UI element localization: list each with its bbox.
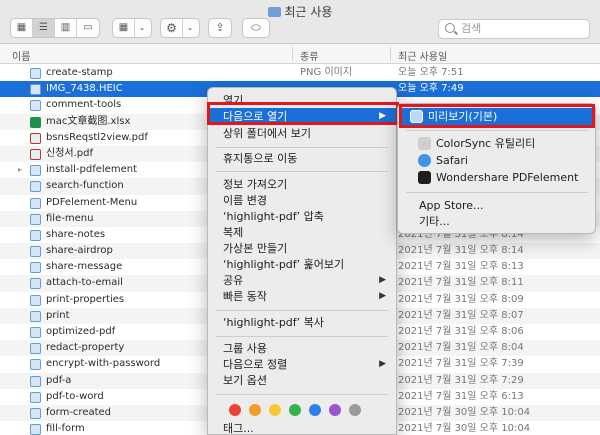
context-menu: 열기 다음으로 열기 ▶ 상위 폴더에서 보기 휴지통으로 이동 정보 가져오기 … — [207, 87, 397, 435]
menu-separator — [406, 130, 588, 131]
tag-yellow-dot[interactable] — [269, 404, 281, 416]
image-icon — [30, 278, 41, 290]
image-icon — [30, 327, 41, 338]
submenu-arrow-icon: ▶ — [379, 291, 386, 301]
icon-view-icon[interactable]: ▦ — [11, 19, 33, 37]
window-toolbar: 최근 사용 ▦ ☰ ▥ ▭ ▦ ⌄ ⚙ ⌄ ⇪ ⬭ 검색 — [0, 0, 600, 44]
menu-item-show-in-enclosing-folder[interactable]: 상위 폴더에서 보기 — [208, 125, 396, 142]
column-name-header[interactable]: 이름 — [12, 48, 30, 63]
image-icon — [30, 375, 41, 387]
image-icon — [30, 424, 41, 435]
menu-item-duplicate[interactable]: 복제 — [208, 224, 396, 241]
group-by-button[interactable]: ▦ ⌄ — [112, 18, 152, 38]
menu-item-make-alias[interactable]: 가상본 만들기 — [208, 240, 396, 257]
image-icon — [30, 213, 41, 225]
chevron-down-icon: ⌄ — [138, 23, 146, 32]
gallery-view-icon[interactable]: ▭ — [77, 19, 99, 37]
menu-separator — [216, 336, 388, 337]
colorsync-app-icon — [418, 137, 431, 150]
spreadsheet-icon — [30, 116, 41, 128]
submenu-arrow-icon: ▶ — [379, 275, 386, 285]
search-field[interactable]: 검색 — [438, 19, 590, 39]
menu-item-quick-look[interactable]: ‘highlight-pdf’ 훑어보기 — [208, 256, 396, 273]
menu-item-move-to-trash[interactable]: 휴지통으로 이동 — [208, 150, 396, 167]
menu-item-copy[interactable]: ‘highlight-pdf’ 복사 — [208, 314, 396, 331]
highlight-box — [399, 104, 595, 128]
menu-item-sort-by[interactable]: 다음으로 정렬 ▶ — [208, 356, 396, 373]
column-date-header[interactable]: 최근 사용일 — [398, 48, 447, 63]
share-icon: ⇪ — [215, 21, 225, 34]
pdfelement-app-icon — [418, 171, 431, 184]
folder-icon — [267, 7, 281, 17]
image-icon — [30, 68, 41, 79]
pdf-icon — [30, 148, 41, 160]
tag-orange-dot[interactable] — [249, 404, 261, 416]
tag-green-dot[interactable] — [289, 404, 301, 416]
tag-blue-dot[interactable] — [309, 404, 321, 416]
menu-item-view-options[interactable]: 보기 옵션 — [208, 372, 396, 389]
menu-item-pdfelement[interactable]: Wondershare PDFelement — [398, 169, 595, 186]
menu-separator — [216, 171, 388, 172]
column-kind-header[interactable]: 종류 — [300, 48, 318, 63]
image-icon — [30, 246, 41, 258]
submenu-arrow-icon: ▶ — [379, 359, 386, 369]
chevron-down-icon: ⌄ — [186, 23, 194, 32]
menu-item-rename[interactable]: 이름 변경 — [208, 192, 396, 209]
share-button[interactable]: ⇪ — [208, 18, 232, 38]
menu-separator — [216, 310, 388, 311]
action-button[interactable]: ⚙ ⌄ — [160, 18, 200, 38]
menu-separator — [406, 192, 588, 193]
pdf-icon — [30, 132, 41, 144]
tag-gray-dot[interactable] — [349, 404, 361, 416]
image-icon — [30, 294, 41, 306]
tag-icon: ⬭ — [251, 21, 261, 34]
menu-item-colorsync[interactable]: ColorSync 유틸리티 — [398, 135, 595, 152]
menu-item-get-info[interactable]: 정보 가져오기 — [208, 176, 396, 193]
image-icon — [30, 343, 41, 355]
disclosure-icon[interactable]: ▸ — [18, 162, 22, 178]
menu-item-other[interactable]: 기타... — [398, 213, 595, 230]
image-icon — [30, 84, 41, 96]
image-icon — [30, 181, 41, 193]
tag-red-dot[interactable] — [229, 404, 241, 416]
gear-icon: ⚙ — [161, 19, 183, 37]
menu-separator — [216, 147, 388, 148]
highlight-box — [207, 102, 399, 125]
safari-app-icon — [418, 154, 431, 167]
menu-item-tags[interactable]: 태그... — [208, 420, 396, 435]
menu-item-safari[interactable]: Safari — [398, 152, 595, 169]
menu-separator — [216, 394, 388, 395]
menu-item-quick-actions[interactable]: 빠른 동작 ▶ — [208, 288, 396, 305]
list-view-icon[interactable]: ☰ — [33, 19, 55, 37]
image-icon — [30, 407, 41, 419]
menu-item-share[interactable]: 공유 ▶ — [208, 272, 396, 289]
image-icon — [30, 165, 41, 177]
image-icon — [30, 229, 41, 241]
view-mode-segmented-control[interactable]: ▦ ☰ ▥ ▭ — [10, 18, 100, 38]
tag-color-row — [229, 404, 399, 416]
menu-item-compress[interactable]: ‘highlight-pdf’ 압축 — [208, 208, 396, 225]
image-icon — [30, 391, 41, 403]
search-icon — [445, 23, 455, 33]
image-icon — [30, 262, 41, 274]
tags-button[interactable]: ⬭ — [242, 18, 270, 38]
grid-icon: ▦ — [113, 19, 135, 37]
image-icon — [30, 100, 41, 112]
menu-item-app-store[interactable]: App Store... — [398, 197, 595, 214]
image-icon — [30, 359, 41, 371]
image-icon — [30, 310, 41, 322]
tag-purple-dot[interactable] — [329, 404, 341, 416]
column-header: 이름 종류 최근 사용일 — [0, 44, 600, 64]
table-row[interactable]: create-stamp PNG 이미지 오늘 오후 7:51 — [0, 65, 600, 81]
column-view-icon[interactable]: ▥ — [55, 19, 77, 37]
image-icon — [30, 197, 41, 209]
menu-item-use-groups[interactable]: 그룹 사용 — [208, 340, 396, 357]
